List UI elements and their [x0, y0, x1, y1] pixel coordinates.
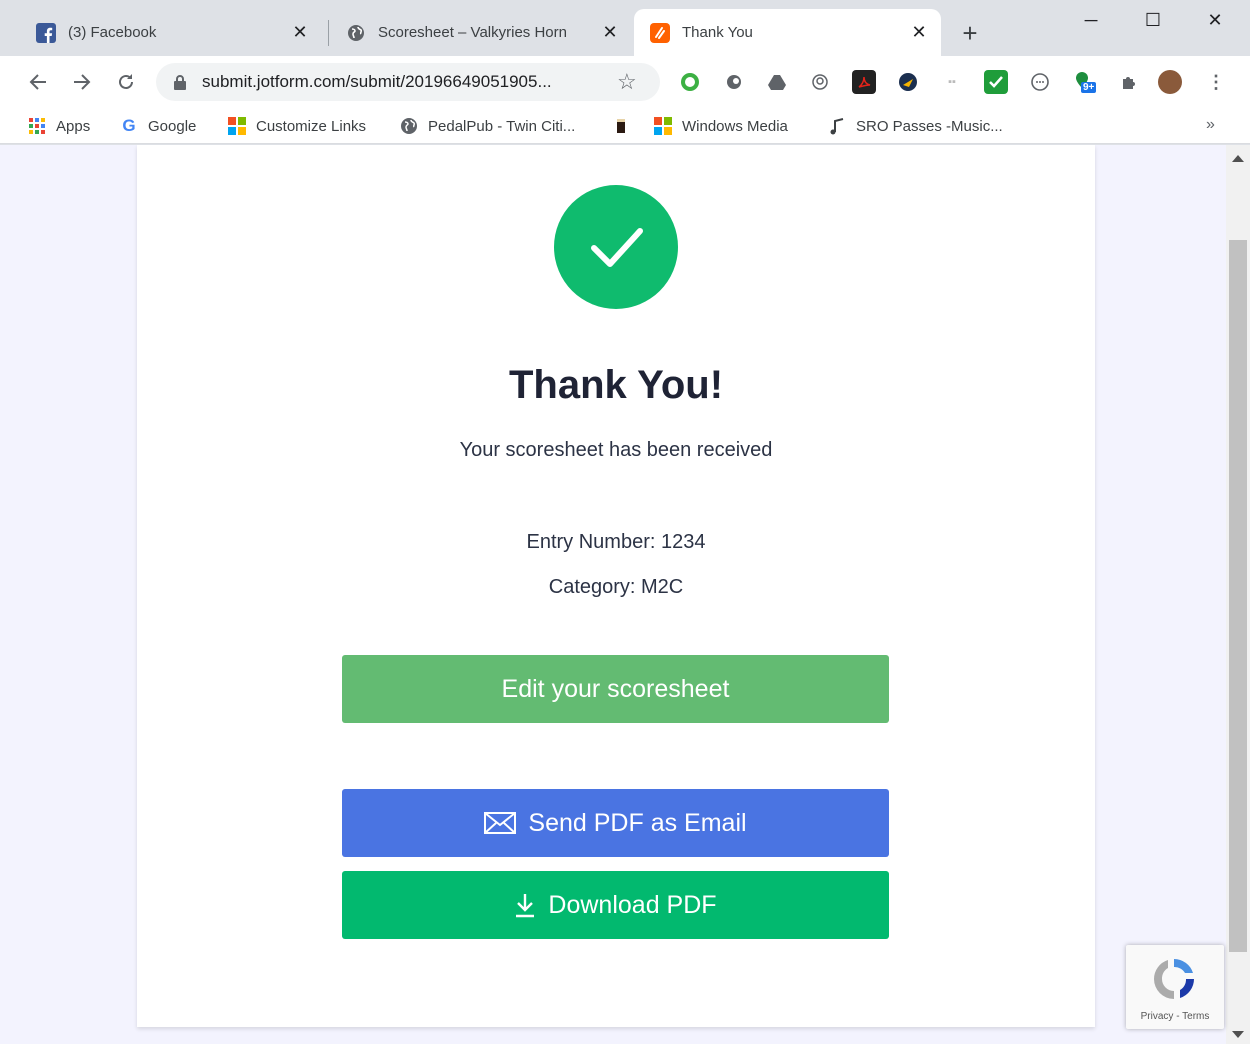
- minimize-button[interactable]: ─: [1060, 0, 1122, 40]
- search-circle-icon[interactable]: [808, 70, 832, 94]
- bookmark-label: SRO Passes -Music...: [856, 117, 1003, 135]
- tab-title: Thank You: [682, 24, 753, 41]
- close-icon[interactable]: ✕: [907, 21, 931, 45]
- entry-number: Entry Number: 1234: [526, 531, 706, 553]
- tab-facebook[interactable]: (3) Facebook ✕: [20, 9, 322, 56]
- bookmark-star-icon[interactable]: ☆: [617, 69, 637, 95]
- extension-badge: 9+: [1081, 82, 1097, 93]
- music-note-icon: [828, 117, 846, 135]
- google-icon: G: [122, 116, 136, 135]
- privacy-terms-link[interactable]: Privacy - Terms: [1126, 1011, 1224, 1022]
- profile-avatar-icon[interactable]: [1158, 70, 1182, 94]
- badge-extension-icon[interactable]: 9+: [1072, 70, 1106, 94]
- bookmarks-bar: Apps G Google Customize Links PedalPub -…: [0, 108, 1250, 144]
- globe-icon: [400, 117, 418, 135]
- close-icon[interactable]: ✕: [288, 21, 312, 45]
- download-icon: [514, 892, 536, 918]
- thank-you-card: Thank You! Your scoresheet has been rece…: [137, 145, 1095, 1027]
- drive-icon[interactable]: [765, 70, 789, 94]
- maximize-button[interactable]: ☐: [1122, 0, 1184, 40]
- bookmark-label: Customize Links: [256, 117, 367, 135]
- beer-icon: [612, 117, 630, 135]
- back-arrow-icon: [29, 74, 46, 90]
- vertical-scrollbar[interactable]: [1226, 145, 1250, 1044]
- download-pdf-button[interactable]: Download PDF: [342, 871, 889, 939]
- bookmark-sro-passes[interactable]: SRO Passes -Music...: [828, 114, 1003, 138]
- tab-title: Scoresheet – Valkyries Horn: [378, 24, 567, 41]
- forward-button[interactable]: [66, 66, 98, 98]
- faded-extension-icon[interactable]: ▪▪: [940, 70, 964, 94]
- bookmark-apps[interactable]: Apps: [28, 114, 90, 138]
- page-viewport: Thank You! Your scoresheet has been rece…: [0, 145, 1226, 1044]
- facebook-icon: [36, 22, 56, 43]
- scroll-down-arrow-icon[interactable]: [1232, 1031, 1244, 1038]
- url-text: submit.jotform.com/submit/20196649051905…: [202, 72, 552, 91]
- puzzle-extensions-icon[interactable]: [1116, 70, 1140, 94]
- category: Category: M2C: [548, 576, 684, 598]
- menu-dots-icon[interactable]: ⋮: [1204, 70, 1228, 94]
- edit-scoresheet-button[interactable]: Edit your scoresheet: [342, 655, 889, 723]
- success-check-icon: [554, 185, 678, 309]
- globe-icon: [346, 23, 366, 43]
- close-icon[interactable]: ✕: [598, 21, 622, 45]
- back-button[interactable]: [22, 66, 54, 98]
- tab-title: (3) Facebook: [68, 24, 157, 41]
- bookmark-pedalpub[interactable]: PedalPub - Twin Citi...: [400, 114, 575, 138]
- bookmark-label: Windows Media: [682, 117, 788, 135]
- tab-separator: [328, 20, 329, 46]
- bookmark-label: Apps: [56, 117, 91, 135]
- more-bookmarks-button[interactable]: »: [1206, 116, 1215, 134]
- envelope-icon: [484, 812, 517, 834]
- green-check-icon[interactable]: [984, 70, 1008, 94]
- green-ring-extension-icon[interactable]: [678, 70, 702, 94]
- scroll-thumb[interactable]: [1229, 240, 1247, 952]
- page-title: Thank You!: [508, 363, 724, 407]
- windows-icon: [654, 117, 672, 135]
- new-tab-button[interactable]: +: [956, 20, 984, 48]
- adobe-pdf-icon[interactable]: [852, 70, 876, 94]
- bookmark-windows-media[interactable]: Windows Media: [654, 114, 788, 138]
- bookmark-google[interactable]: G Google: [120, 114, 196, 138]
- jotform-icon: [650, 22, 670, 43]
- window-close-button[interactable]: ✕: [1184, 0, 1246, 40]
- bookmark-label: Google: [148, 117, 197, 135]
- chat-extension-icon[interactable]: [1028, 70, 1052, 94]
- address-bar[interactable]: submit.jotform.com/submit/20196649051905…: [156, 63, 660, 101]
- tab-strip: (3) Facebook ✕ Scoresheet – Valkyries Ho…: [0, 0, 1250, 56]
- email-button-label: Send PDF as Email: [528, 808, 747, 837]
- tab-scoresheet[interactable]: Scoresheet – Valkyries Horn ✕: [330, 9, 632, 56]
- send-pdf-email-button[interactable]: Send PDF as Email: [342, 789, 889, 857]
- bookmark-beer[interactable]: [612, 114, 640, 138]
- download-button-label: Download PDF: [548, 890, 717, 919]
- lock-icon: [173, 74, 187, 90]
- tab-thank-you[interactable]: Thank You ✕: [634, 9, 941, 56]
- forward-arrow-icon: [74, 74, 91, 90]
- recaptcha-badge[interactable]: Privacy - Terms: [1126, 945, 1224, 1029]
- recaptcha-icon: [1148, 953, 1200, 1005]
- reload-icon: [119, 74, 133, 89]
- bookmark-customize-links[interactable]: Customize Links: [228, 114, 366, 138]
- grey-circle-extension-icon[interactable]: [722, 70, 746, 94]
- scroll-up-arrow-icon[interactable]: [1232, 155, 1244, 162]
- browser-toolbar: submit.jotform.com/submit/20196649051905…: [0, 56, 1250, 108]
- windows-icon: [228, 117, 246, 135]
- bookmark-label: PedalPub - Twin Citi...: [428, 117, 576, 135]
- compass-extension-icon[interactable]: [896, 70, 920, 94]
- edit-button-label: Edit your scoresheet: [501, 674, 730, 703]
- apps-grid-icon: [28, 117, 46, 135]
- reload-button[interactable]: [110, 66, 142, 98]
- confirmation-message: Your scoresheet has been received: [459, 439, 773, 461]
